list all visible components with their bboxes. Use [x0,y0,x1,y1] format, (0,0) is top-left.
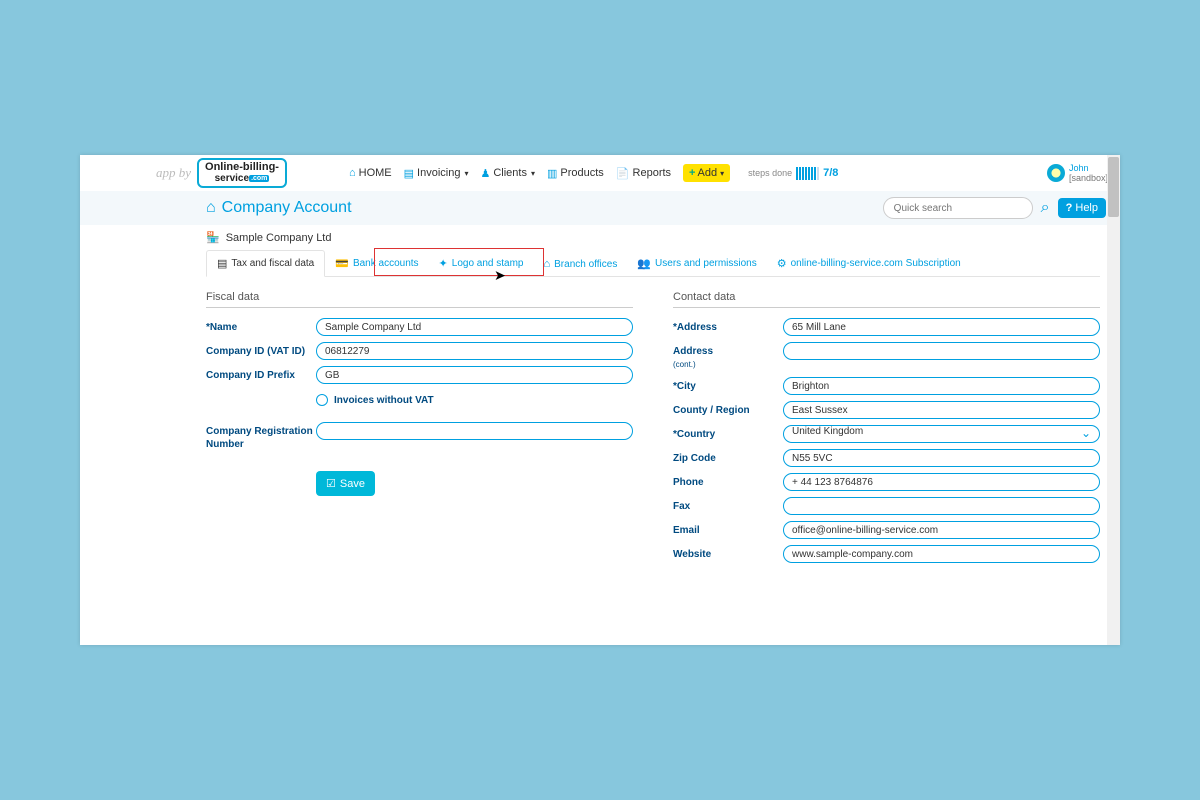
nav-products[interactable]: ▥Products [547,167,604,180]
email-field[interactable] [783,521,1100,539]
prefix-field[interactable] [316,366,633,384]
cursor-icon: ➤ [494,267,506,284]
plus-icon: + [689,167,695,179]
steps-done: steps done 7/8 [748,167,838,180]
label-address: *Address [673,318,783,334]
tab-users[interactable]: 👥Users and permissions [627,251,766,276]
website-field[interactable] [783,545,1100,563]
name-field[interactable] [316,318,633,336]
logo-com-badge: .com [249,175,269,182]
vat-field[interactable] [316,342,633,360]
avatar [1047,164,1065,182]
topbar: app by Online-billing- service.com ⌂HOME… [80,155,1120,191]
tab-bank[interactable]: 💳Bank accounts [325,251,428,276]
tab-fiscal[interactable]: ▤Tax and fiscal data [206,250,325,277]
address2-field[interactable] [783,342,1100,360]
city-field[interactable] [783,377,1100,395]
fiscal-section-title: Fiscal data [206,291,633,308]
scrollbar[interactable] [1107,155,1120,645]
fax-field[interactable] [783,497,1100,515]
contact-section-title: Contact data [673,291,1100,308]
phone-field[interactable] [783,473,1100,491]
products-icon: ▥ [547,167,557,180]
user-sandbox: [sandbox] [1069,173,1108,183]
chevron-down-icon: ▾ [464,169,468,178]
steps-ticks [796,167,819,180]
tab-subscription[interactable]: ⚙online-billing-service.com Subscription [767,251,971,276]
branch-icon: ⌂ [543,258,550,270]
steps-label: steps done [748,168,792,178]
page-title: ⌂ Company Account [206,199,352,217]
label-zip: Zip Code [673,449,783,465]
add-button[interactable]: +Add▾ [683,164,730,182]
main-nav: ⌂HOME ▤Invoicing▾ ♟Clients▾ ▥Products 📄R… [349,164,730,182]
content: 🏪 Sample Company Ltd ▤Tax and fiscal dat… [80,225,1120,569]
nav-clients[interactable]: ♟Clients▾ [480,167,535,180]
logo[interactable]: Online-billing- service.com [197,158,287,188]
label-address2: Address(cont.) [673,342,783,371]
form-area: Fiscal data *Name Company ID (VAT ID) Co… [206,291,1100,569]
county-field[interactable] [783,401,1100,419]
steps-ratio: 7/8 [823,167,838,179]
users-icon: 👥 [637,257,651,270]
clients-icon: ♟ [480,167,490,180]
zip-field[interactable] [783,449,1100,467]
tabs: ▤Tax and fiscal data 💳Bank accounts ✦Log… [206,250,1100,277]
nav-home[interactable]: ⌂HOME [349,167,392,179]
nav-invoicing[interactable]: ▤Invoicing▾ [404,167,469,180]
label-city: *City [673,377,783,393]
breadcrumb: 🏪 Sample Company Ltd [206,231,1100,244]
label-name: *Name [206,318,316,334]
check-icon: ☑ [326,477,336,490]
reports-icon: 📄 [616,167,630,180]
nav-reports[interactable]: 📄Reports [616,167,671,180]
app-by-label: app by [156,165,191,181]
label-phone: Phone [673,473,783,489]
company-icon: ⌂ [206,199,216,217]
doc-icon: ▤ [217,257,227,270]
label-prefix: Company ID Prefix [206,366,316,382]
page-header: ⌂ Company Account ⌕ ?Help [80,191,1120,225]
label-country: *Country [673,425,783,441]
address-field[interactable] [783,318,1100,336]
scroll-thumb[interactable] [1108,157,1119,217]
radio-icon [316,394,328,406]
tab-branch[interactable]: ⌂Branch offices [533,252,627,276]
label-website: Website [673,545,783,561]
user-menu[interactable]: John [sandbox] [1047,163,1108,183]
user-name: John [1069,163,1089,173]
no-vat-radio[interactable]: Invoices without VAT [316,394,434,406]
save-button[interactable]: ☑Save [316,471,375,496]
store-icon: 🏪 [206,231,220,244]
label-vat: Company ID (VAT ID) [206,342,316,358]
company-name: Sample Company Ltd [226,232,332,244]
search-input[interactable] [883,197,1033,219]
label-county: County / Region [673,401,783,417]
bank-icon: 💳 [335,257,349,270]
logo-line2: service [215,173,249,184]
tab-logo[interactable]: ✦Logo and stamp [429,251,534,276]
app-window: app by Online-billing- service.com ⌂HOME… [80,155,1120,645]
label-fax: Fax [673,497,783,513]
gear-icon: ⚙ [777,257,787,270]
logo-line1: Online-billing- [205,161,279,173]
country-select[interactable]: United Kingdom [783,425,1100,443]
search-icon[interactable]: ⌕ [1041,199,1050,217]
label-reg: Company Registration Number [206,422,316,451]
chevron-down-icon: ▾ [531,169,535,178]
chevron-down-icon: ▾ [720,169,724,178]
help-button[interactable]: ?Help [1058,198,1106,218]
reg-field[interactable] [316,422,633,440]
home-icon: ⌂ [349,167,356,179]
invoicing-icon: ▤ [404,167,414,180]
contact-column: Contact data *Address Address(cont.) *Ci… [673,291,1100,569]
label-email: Email [673,521,783,537]
stamp-icon: ✦ [439,257,448,270]
fiscal-column: Fiscal data *Name Company ID (VAT ID) Co… [206,291,633,569]
